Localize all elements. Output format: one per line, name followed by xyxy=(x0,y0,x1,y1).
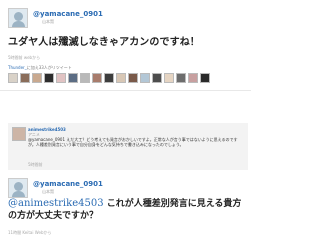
retweeter-avatar[interactable] xyxy=(20,73,30,83)
reply-tweet: animestrike4503 アニメ @yamacane_0901 えだ大工？… xyxy=(8,123,248,170)
retweeter-avatar[interactable] xyxy=(152,73,162,83)
main-tweet: @yamacane_0901 山本賢 ユダヤ人は殲滅しなきゃアカンのですね！ 5… xyxy=(0,0,251,91)
retweeter-avatar[interactable] xyxy=(176,73,186,83)
retweeter-avatar[interactable] xyxy=(68,73,78,83)
bottom-tweet: @yamacane_0901 山本賢 @animestrike4503 これが人… xyxy=(0,174,251,247)
retweeter-avatar[interactable] xyxy=(56,73,66,83)
tweet-handle[interactable]: @yamacane_0901 xyxy=(33,10,103,18)
retweeter-avatar[interactable] xyxy=(32,73,42,83)
avatar[interactable] xyxy=(8,8,28,28)
retweet-info: Thunder_に加え33人がリツイート xyxy=(8,65,72,71)
retweeter-avatar[interactable] xyxy=(188,73,198,83)
retweeter-link[interactable]: Thunder_ xyxy=(8,65,27,70)
retweeter-avatar[interactable] xyxy=(140,73,150,83)
retweeter-avatar[interactable] xyxy=(104,73,114,83)
avatar[interactable] xyxy=(12,127,26,141)
retweeter-avatar[interactable] xyxy=(128,73,138,83)
tweet-text: ユダヤ人は殲滅しなきゃアカンのですね！ xyxy=(8,37,200,48)
tweet-meta[interactable]: 11時間 Keitai Webから xyxy=(8,230,51,236)
retweeter-avatar[interactable] xyxy=(116,73,126,83)
tweet-real-name: 山本賢 xyxy=(42,19,54,24)
avatar[interactable] xyxy=(8,178,28,198)
tweet-real-name: 山本賢 xyxy=(42,189,54,194)
reply-text: @yamacane_0901 えだ大工？どう考えても発言がおかしいですよ。正常な… xyxy=(28,137,238,147)
mention-link[interactable]: @animestrike4503 xyxy=(8,198,104,209)
retweeter-avatar[interactable] xyxy=(164,73,174,83)
retweeter-avatar[interactable] xyxy=(200,73,210,83)
retweeter-avatar[interactable] xyxy=(80,73,90,83)
retweeter-avatar[interactable] xyxy=(44,73,54,83)
retweeter-avatar[interactable] xyxy=(8,73,18,83)
tweet-text: @animestrike4503 これが人種差別発言に見える貴方の方が大丈夫です… xyxy=(8,198,248,222)
tweet-handle[interactable]: @yamacane_0901 xyxy=(33,180,103,188)
tweet-meta[interactable]: 5時間前 webから xyxy=(8,55,40,61)
retweeter-avatar[interactable] xyxy=(92,73,102,83)
reply-meta[interactable]: 5時間前 xyxy=(28,162,43,168)
retweet-count-text: に加え33人がリツイート xyxy=(26,65,72,70)
